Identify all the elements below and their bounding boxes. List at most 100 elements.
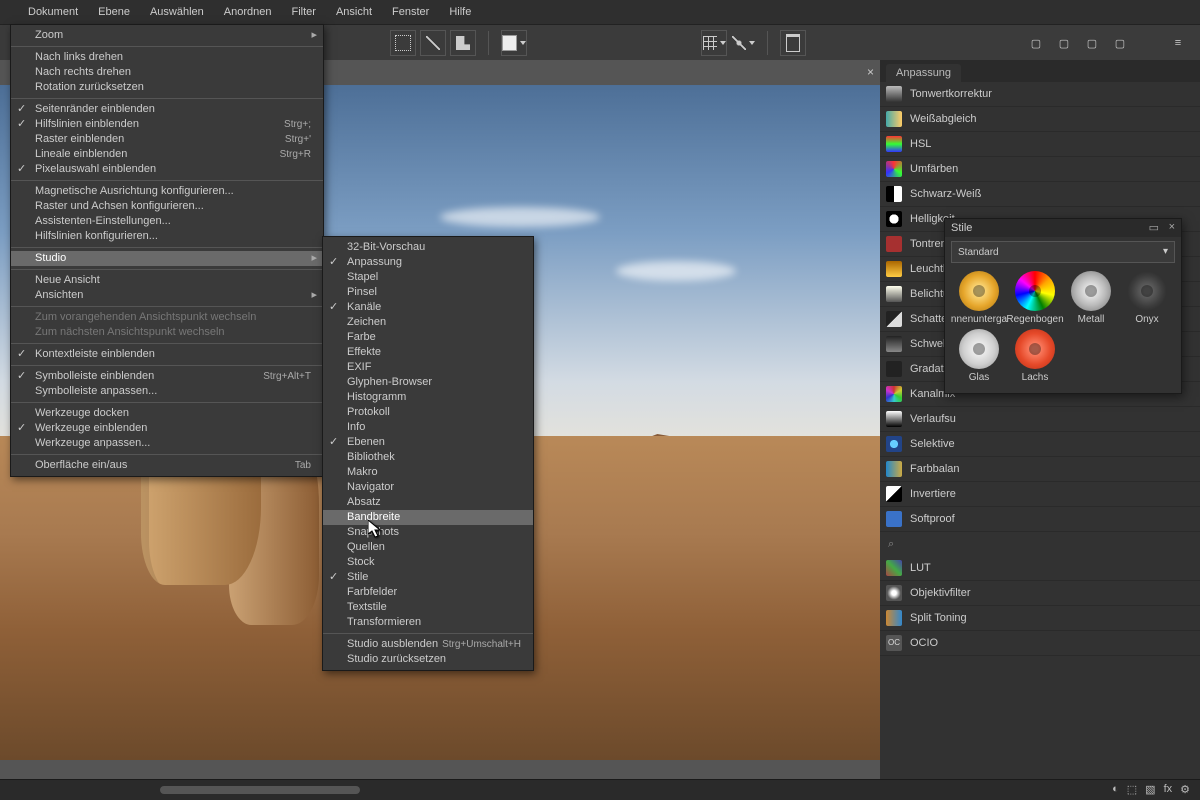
tool-fill[interactable] (501, 30, 527, 56)
view-menu-item-31[interactable]: ✓Werkzeuge einblenden (11, 421, 323, 436)
studio-menu-item-28[interactable]: Studio zurücksetzen (323, 652, 533, 667)
status-icon-2[interactable]: ⬚ (1127, 783, 1137, 796)
style-nnenunterga[interactable]: nnenunterga (953, 271, 1005, 325)
view-menu-item-19[interactable]: Neue Ansicht (11, 273, 323, 288)
studio-menu-item-15[interactable]: Makro (323, 465, 533, 480)
adjustment-objektivfilter[interactable]: Objektivfilter (880, 581, 1200, 606)
style-lachs[interactable]: Lachs (1009, 329, 1061, 383)
adjustment-ocio[interactable]: OCOCIO (880, 631, 1200, 656)
menu-ebene[interactable]: Ebene (88, 0, 140, 24)
horizontal-scrollbar[interactable] (160, 786, 360, 794)
studio-menu-item-0[interactable]: 32-Bit-Vorschau (323, 240, 533, 255)
view-menu-item-4[interactable]: Rotation zurücksetzen (11, 80, 323, 95)
status-icon-4[interactable]: fx (1164, 783, 1173, 796)
menu-hilfe[interactable]: Hilfe (439, 0, 481, 24)
style-regenbogen[interactable]: Regenbogen (1009, 271, 1061, 325)
studio-menu-item-24[interactable]: Textstile (323, 600, 533, 615)
studio-menu-item-14[interactable]: Bibliothek (323, 450, 533, 465)
canvas-close-icon[interactable]: × (867, 65, 874, 79)
studio-menu-item-1[interactable]: ✓Anpassung (323, 255, 533, 270)
adjustment-lut[interactable]: LUT (880, 556, 1200, 581)
tool-right-1[interactable]: ▢ (1024, 31, 1048, 55)
adjustment-hsl[interactable]: HSL (880, 132, 1200, 157)
menu-auswaehlen[interactable]: Auswählen (140, 0, 214, 24)
tool-crop[interactable] (450, 30, 476, 56)
studio-menu-item-13[interactable]: ✓Ebenen (323, 435, 533, 450)
studio-menu-item-19[interactable]: Snapshots (323, 525, 533, 540)
adjustment-farbbalan[interactable]: Farbbalan (880, 457, 1200, 482)
studio-menu-item-5[interactable]: Zeichen (323, 315, 533, 330)
view-menu-item-12[interactable]: Magnetische Ausrichtung konfigurieren... (11, 184, 323, 199)
studio-menu-item-9[interactable]: Glyphen-Browser (323, 375, 533, 390)
studio-menu-item-3[interactable]: Pinsel (323, 285, 533, 300)
style-metall[interactable]: Metall (1065, 271, 1117, 325)
adjustment-split toning[interactable]: Split Toning (880, 606, 1200, 631)
tool-right-2[interactable]: ▢ (1052, 31, 1076, 55)
adjustment-schwarz-weiß[interactable]: Schwarz-Weiß (880, 182, 1200, 207)
studio-menu-item-7[interactable]: Effekte (323, 345, 533, 360)
view-menu-item-3[interactable]: Nach rechts drehen (11, 65, 323, 80)
tool-diagonal[interactable] (420, 30, 446, 56)
studio-menu-item-22[interactable]: ✓Stile (323, 570, 533, 585)
menu-fenster[interactable]: Fenster (382, 0, 439, 24)
studio-menu-item-20[interactable]: Quellen (323, 540, 533, 555)
tab-anpassung[interactable]: Anpassung (886, 64, 961, 82)
studio-menu-item-23[interactable]: Farbfelder (323, 585, 533, 600)
view-menu-item-14[interactable]: Assistenten-Einstellungen... (11, 214, 323, 229)
menu-anordnen[interactable]: Anordnen (214, 0, 282, 24)
status-icon-1[interactable]: ◐ (1112, 783, 1119, 796)
view-menu-item-0[interactable]: Zoom▸ (11, 28, 323, 43)
view-menu-item-34[interactable]: Oberfläche ein/ausTab (11, 458, 323, 473)
adjustment-tonwertkorrektur[interactable]: Tonwertkorrektur (880, 82, 1200, 107)
studio-menu-item-11[interactable]: Protokoll (323, 405, 533, 420)
adjustment-invertiere[interactable]: Invertiere (880, 482, 1200, 507)
styles-close-icon[interactable]: × (1169, 221, 1175, 233)
studio-menu-item-8[interactable]: EXIF (323, 360, 533, 375)
studio-menu-item-17[interactable]: Absatz (323, 495, 533, 510)
view-menu-item-6[interactable]: ✓Seitenränder einblenden (11, 102, 323, 117)
studio-menu-item-12[interactable]: Info (323, 420, 533, 435)
tool-trash[interactable] (780, 30, 806, 56)
studio-menu-item-21[interactable]: Stock (323, 555, 533, 570)
adjustment-softproof[interactable]: Softproof (880, 507, 1200, 532)
menu-ansicht[interactable]: Ansicht (326, 0, 382, 24)
studio-menu-item-18[interactable]: Bandbreite (323, 510, 533, 525)
view-menu-item-27[interactable]: ✓Symbolleiste einblendenStrg+Alt+T (11, 369, 323, 384)
adjustment-weißabgleich[interactable]: Weißabgleich (880, 107, 1200, 132)
studio-menu-item-10[interactable]: Histogramm (323, 390, 533, 405)
style-onyx[interactable]: Onyx (1121, 271, 1173, 325)
tool-wand[interactable] (731, 31, 755, 55)
menu-filter[interactable]: Filter (282, 0, 326, 24)
view-menu-item-7[interactable]: ✓Hilfslinien einblendenStrg+; (11, 117, 323, 132)
view-menu-item-32[interactable]: Werkzeuge anpassen... (11, 436, 323, 451)
view-menu-item-8[interactable]: Raster einblendenStrg+' (11, 132, 323, 147)
styles-preset-dropdown[interactable]: Standard ▾ (951, 241, 1175, 263)
view-menu-item-28[interactable]: Symbolleiste anpassen... (11, 384, 323, 399)
view-menu-item-2[interactable]: Nach links drehen (11, 50, 323, 65)
adjustment-selektive[interactable]: Selektive (880, 432, 1200, 457)
studio-menu-item-4[interactable]: ✓Kanäle (323, 300, 533, 315)
view-menu-item-13[interactable]: Raster und Achsen konfigurieren... (11, 199, 323, 214)
style-glas[interactable]: Glas (953, 329, 1005, 383)
view-menu-item-20[interactable]: Ansichten▸ (11, 288, 323, 303)
view-menu-item-17[interactable]: Studio▸ (11, 251, 323, 266)
studio-menu-item-27[interactable]: Studio ausblendenStrg+Umschalt+H (323, 637, 533, 652)
view-menu-item-10[interactable]: ✓Pixelauswahl einblenden (11, 162, 323, 177)
status-icon-5[interactable]: ⚙ (1180, 783, 1190, 796)
view-menu-item-30[interactable]: Werkzeuge docken (11, 406, 323, 421)
view-menu-item-9[interactable]: Lineale einblendenStrg+R (11, 147, 323, 162)
studio-menu-item-16[interactable]: Navigator (323, 480, 533, 495)
menu-dokument[interactable]: Dokument (18, 0, 88, 24)
tool-grid[interactable] (701, 30, 727, 56)
adjustment-search[interactable]: ⌕ (880, 532, 1200, 556)
view-menu-item-15[interactable]: Hilfslinien konfigurieren... (11, 229, 323, 244)
tool-right-5[interactable]: ≡ (1166, 31, 1190, 55)
adjustment-verlaufsu[interactable]: Verlaufsu (880, 407, 1200, 432)
styles-min-icon[interactable]: ▭ (1149, 221, 1159, 234)
styles-tab[interactable]: Stile (951, 222, 972, 234)
tool-right-4[interactable]: ▢ (1108, 31, 1132, 55)
studio-menu-item-25[interactable]: Transformieren (323, 615, 533, 630)
adjustment-umfärben[interactable]: Umfärben (880, 157, 1200, 182)
view-menu-item-25[interactable]: ✓Kontextleiste einblenden (11, 347, 323, 362)
studio-menu-item-6[interactable]: Farbe (323, 330, 533, 345)
